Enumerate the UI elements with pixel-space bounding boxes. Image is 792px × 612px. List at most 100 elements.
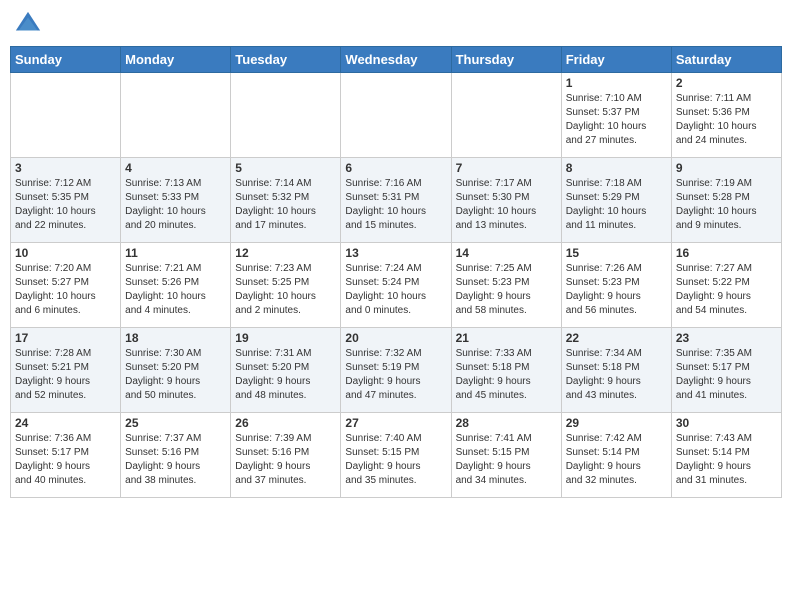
day-number: 30: [676, 416, 777, 430]
calendar-day-cell: 12 Sunrise: 7:23 AM Sunset: 5:25 PM Dayli…: [231, 243, 341, 328]
day-number: 21: [456, 331, 557, 345]
calendar-day-header: Saturday: [671, 47, 781, 73]
day-number: 29: [566, 416, 667, 430]
day-info: Sunrise: 7:34 AM Sunset: 5:18 PM Dayligh…: [566, 347, 667, 403]
calendar-day-cell: 9 Sunrise: 7:19 AM Sunset: 5:28 PM Daylig…: [671, 158, 781, 243]
day-info: Sunrise: 7:31 AM Sunset: 5:20 PM Dayligh…: [235, 347, 336, 403]
day-number: 9: [676, 161, 777, 175]
day-number: 19: [235, 331, 336, 345]
day-number: 4: [125, 161, 226, 175]
day-info: Sunrise: 7:16 AM Sunset: 5:31 PM Dayligh…: [345, 177, 446, 233]
calendar-day-cell: [11, 73, 121, 158]
calendar-day-header: Wednesday: [341, 47, 451, 73]
calendar-day-cell: 21 Sunrise: 7:33 AM Sunset: 5:18 PM Dayli…: [451, 328, 561, 413]
day-info: Sunrise: 7:20 AM Sunset: 5:27 PM Dayligh…: [15, 262, 116, 318]
day-number: 25: [125, 416, 226, 430]
calendar-week-row: 17 Sunrise: 7:28 AM Sunset: 5:21 PM Dayli…: [11, 328, 782, 413]
calendar-day-cell: 4 Sunrise: 7:13 AM Sunset: 5:33 PM Daylig…: [121, 158, 231, 243]
calendar-day-header: Sunday: [11, 47, 121, 73]
day-number: 12: [235, 246, 336, 260]
day-info: Sunrise: 7:30 AM Sunset: 5:20 PM Dayligh…: [125, 347, 226, 403]
calendar-day-cell: [341, 73, 451, 158]
calendar-day-cell: 25Sunrise: 7:37 AM Sunset: 5:16 PM Dayli…: [121, 413, 231, 498]
day-number: 23: [676, 331, 777, 345]
day-info: Sunrise: 7:25 AM Sunset: 5:23 PM Dayligh…: [456, 262, 557, 318]
calendar-day-cell: 7 Sunrise: 7:17 AM Sunset: 5:30 PM Daylig…: [451, 158, 561, 243]
day-number: 10: [15, 246, 116, 260]
calendar-week-row: 10 Sunrise: 7:20 AM Sunset: 5:27 PM Dayli…: [11, 243, 782, 328]
day-info: Sunrise: 7:33 AM Sunset: 5:18 PM Dayligh…: [456, 347, 557, 403]
day-info: Sunrise: 7:13 AM Sunset: 5:33 PM Dayligh…: [125, 177, 226, 233]
day-number: 15: [566, 246, 667, 260]
calendar-day-cell: 28Sunrise: 7:41 AM Sunset: 5:15 PM Dayli…: [451, 413, 561, 498]
calendar-day-cell: [451, 73, 561, 158]
day-info: Sunrise: 7:23 AM Sunset: 5:25 PM Dayligh…: [235, 262, 336, 318]
day-info: Sunrise: 7:18 AM Sunset: 5:29 PM Dayligh…: [566, 177, 667, 233]
calendar-day-cell: 19 Sunrise: 7:31 AM Sunset: 5:20 PM Dayli…: [231, 328, 341, 413]
day-number: 16: [676, 246, 777, 260]
calendar-day-cell: 20 Sunrise: 7:32 AM Sunset: 5:19 PM Dayli…: [341, 328, 451, 413]
day-info: Sunrise: 7:24 AM Sunset: 5:24 PM Dayligh…: [345, 262, 446, 318]
logo: [14, 10, 46, 38]
day-number: 7: [456, 161, 557, 175]
day-number: 2: [676, 76, 777, 90]
calendar-day-header: Monday: [121, 47, 231, 73]
calendar-day-cell: [231, 73, 341, 158]
day-number: 26: [235, 416, 336, 430]
calendar-day-cell: 30Sunrise: 7:43 AM Sunset: 5:14 PM Dayli…: [671, 413, 781, 498]
day-info: Sunrise: 7:26 AM Sunset: 5:23 PM Dayligh…: [566, 262, 667, 318]
day-info: Sunrise: 7:19 AM Sunset: 5:28 PM Dayligh…: [676, 177, 777, 233]
day-number: 17: [15, 331, 116, 345]
day-info: Sunrise: 7:39 AM Sunset: 5:16 PM Dayligh…: [235, 432, 336, 488]
calendar-day-header: Tuesday: [231, 47, 341, 73]
calendar-day-cell: 6 Sunrise: 7:16 AM Sunset: 5:31 PM Daylig…: [341, 158, 451, 243]
day-number: 13: [345, 246, 446, 260]
day-number: 11: [125, 246, 226, 260]
day-info: Sunrise: 7:11 AM Sunset: 5:36 PM Dayligh…: [676, 92, 777, 148]
day-number: 28: [456, 416, 557, 430]
calendar-day-cell: 8 Sunrise: 7:18 AM Sunset: 5:29 PM Daylig…: [561, 158, 671, 243]
calendar-day-cell: 3 Sunrise: 7:12 AM Sunset: 5:35 PM Daylig…: [11, 158, 121, 243]
day-number: 8: [566, 161, 667, 175]
calendar-day-cell: 22 Sunrise: 7:34 AM Sunset: 5:18 PM Dayli…: [561, 328, 671, 413]
calendar-day-cell: 17 Sunrise: 7:28 AM Sunset: 5:21 PM Dayli…: [11, 328, 121, 413]
day-info: Sunrise: 7:21 AM Sunset: 5:26 PM Dayligh…: [125, 262, 226, 318]
day-info: Sunrise: 7:28 AM Sunset: 5:21 PM Dayligh…: [15, 347, 116, 403]
calendar-table: SundayMondayTuesdayWednesdayThursdayFrid…: [10, 46, 782, 498]
day-number: 22: [566, 331, 667, 345]
calendar-day-cell: 11 Sunrise: 7:21 AM Sunset: 5:26 PM Dayli…: [121, 243, 231, 328]
day-number: 24: [15, 416, 116, 430]
calendar-day-cell: 23 Sunrise: 7:35 AM Sunset: 5:17 PM Dayli…: [671, 328, 781, 413]
calendar-day-header: Thursday: [451, 47, 561, 73]
calendar-day-cell: 24 Sunrise: 7:36 AM Sunset: 5:17 PM Dayli…: [11, 413, 121, 498]
day-info: Sunrise: 7:40 AM Sunset: 5:15 PM Dayligh…: [345, 432, 446, 488]
calendar-day-cell: [121, 73, 231, 158]
day-info: Sunrise: 7:12 AM Sunset: 5:35 PM Dayligh…: [15, 177, 116, 233]
day-info: Sunrise: 7:17 AM Sunset: 5:30 PM Dayligh…: [456, 177, 557, 233]
day-info: Sunrise: 7:32 AM Sunset: 5:19 PM Dayligh…: [345, 347, 446, 403]
day-number: 1: [566, 76, 667, 90]
day-info: Sunrise: 7:35 AM Sunset: 5:17 PM Dayligh…: [676, 347, 777, 403]
calendar-day-cell: 18 Sunrise: 7:30 AM Sunset: 5:20 PM Dayli…: [121, 328, 231, 413]
day-number: 3: [15, 161, 116, 175]
calendar-day-cell: 29 Sunrise: 7:42 AM Sunset: 5:14 PM Dayli…: [561, 413, 671, 498]
day-info: Sunrise: 7:36 AM Sunset: 5:17 PM Dayligh…: [15, 432, 116, 488]
day-number: 27: [345, 416, 446, 430]
calendar-day-cell: 15 Sunrise: 7:26 AM Sunset: 5:23 PM Dayli…: [561, 243, 671, 328]
day-number: 18: [125, 331, 226, 345]
day-info: Sunrise: 7:42 AM Sunset: 5:14 PM Dayligh…: [566, 432, 667, 488]
calendar-week-row: 1Sunrise: 7:10 AM Sunset: 5:37 PM Daylig…: [11, 73, 782, 158]
day-info: Sunrise: 7:14 AM Sunset: 5:32 PM Dayligh…: [235, 177, 336, 233]
day-number: 14: [456, 246, 557, 260]
day-info: Sunrise: 7:27 AM Sunset: 5:22 PM Dayligh…: [676, 262, 777, 318]
logo-icon: [14, 10, 42, 38]
calendar-day-cell: 2 Sunrise: 7:11 AM Sunset: 5:36 PM Daylig…: [671, 73, 781, 158]
calendar-day-cell: 1Sunrise: 7:10 AM Sunset: 5:37 PM Daylig…: [561, 73, 671, 158]
calendar-day-header: Friday: [561, 47, 671, 73]
day-number: 6: [345, 161, 446, 175]
calendar-header-row: SundayMondayTuesdayWednesdayThursdayFrid…: [11, 47, 782, 73]
calendar-week-row: 3 Sunrise: 7:12 AM Sunset: 5:35 PM Daylig…: [11, 158, 782, 243]
calendar-day-cell: 10 Sunrise: 7:20 AM Sunset: 5:27 PM Dayli…: [11, 243, 121, 328]
day-number: 20: [345, 331, 446, 345]
calendar-day-cell: 27 Sunrise: 7:40 AM Sunset: 5:15 PM Dayli…: [341, 413, 451, 498]
